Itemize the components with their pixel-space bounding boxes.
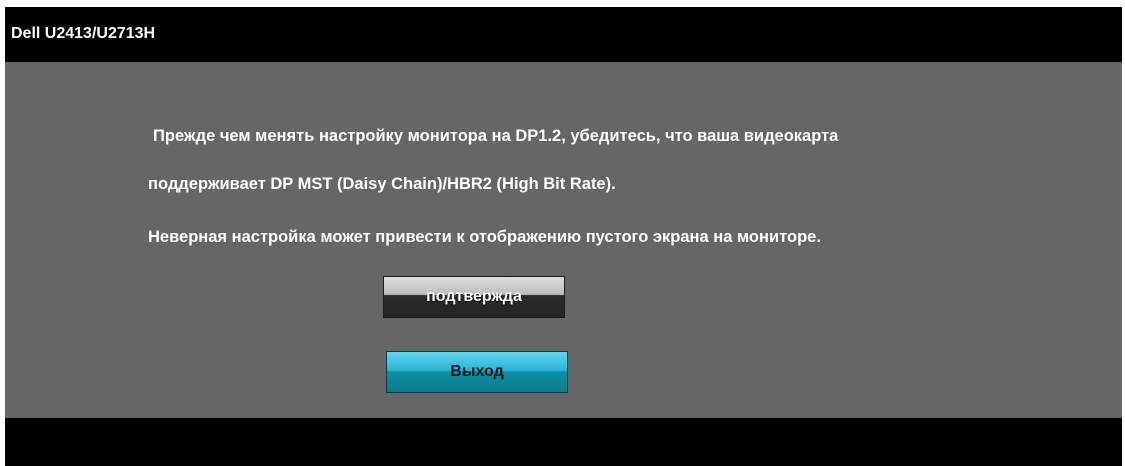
bottom-bar (5, 418, 1122, 466)
warning-line-1: Прежде чем менять настройку монитора на … (153, 127, 839, 145)
window-title: Dell U2413/U2713H (11, 25, 156, 42)
warning-line-2: поддерживает DP MST (Daisy Chain)/HBR2 (… (148, 175, 616, 193)
warning-line-3: Неверная настройка может привести к отоб… (148, 228, 821, 246)
exit-button[interactable]: Выход (386, 351, 568, 393)
message-panel: Прежде чем менять настройку монитора на … (5, 62, 1122, 418)
confirm-button[interactable]: подтвержда (383, 276, 565, 318)
title-bar: Dell U2413/U2713H (5, 7, 1122, 62)
osd-dialog: Dell U2413/U2713H Прежде чем менять наст… (5, 7, 1122, 466)
